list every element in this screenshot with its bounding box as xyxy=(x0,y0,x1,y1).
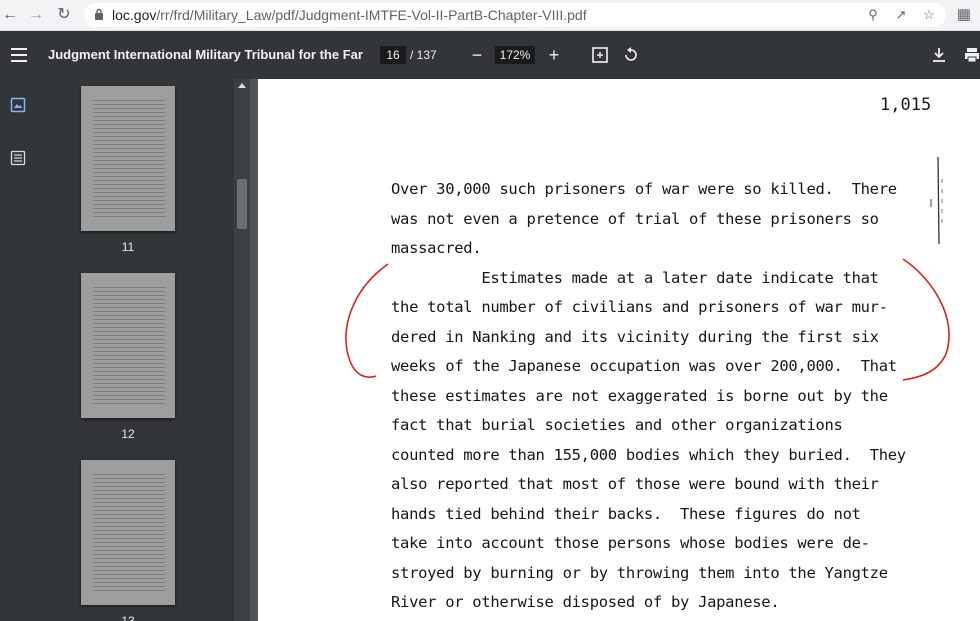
url-text[interactable]: loc.gov/rr/frd/Military_Law/pdf/Judgment… xyxy=(112,3,587,27)
reload-icon[interactable]: ↻ xyxy=(54,5,74,25)
browser-chrome: ← → ↻ loc.gov/rr/frd/Military_Law/pdf/Ju… xyxy=(0,0,980,31)
page-total: / 137 xyxy=(410,48,437,62)
red-bracket-annotation xyxy=(345,156,950,381)
address-bar[interactable]: loc.gov/rr/frd/Military_Law/pdf/Judgment… xyxy=(84,3,946,27)
zoom-icon[interactable]: ⚲ xyxy=(864,6,882,24)
zoom-in-button[interactable]: + xyxy=(544,45,564,65)
url-path: /rr/frd/Military_Law/pdf/Judgment-IMTFE-… xyxy=(156,7,587,23)
outline-view-icon[interactable] xyxy=(10,150,26,166)
scroll-up-arrow-icon[interactable] xyxy=(238,83,246,88)
fit-page-icon[interactable] xyxy=(590,45,610,65)
zoom-level-input[interactable]: 172% xyxy=(495,46,535,64)
thumbnail-view-icon[interactable] xyxy=(10,97,26,113)
back-arrow-icon[interactable]: ← xyxy=(0,5,20,25)
thumbnail-label: 13 xyxy=(121,614,135,621)
pdf-viewer[interactable]: 1,015 Over 30,000 such prisoners of war … xyxy=(250,79,980,621)
document-title: Judgment International Military Tribunal… xyxy=(48,47,364,62)
thumbnail-page[interactable] xyxy=(81,460,175,605)
menu-icon[interactable] xyxy=(11,48,27,62)
puzzle-extension-icon[interactable]: ▦ xyxy=(954,5,974,25)
zoom-out-button[interactable]: − xyxy=(467,45,487,65)
url-host: loc.gov xyxy=(112,7,157,23)
pdf-page: 1,015 Over 30,000 such prisoners of war … xyxy=(258,79,980,621)
print-icon[interactable] xyxy=(962,45,980,65)
lock-icon[interactable] xyxy=(94,8,104,20)
thumbnail-page[interactable] xyxy=(81,273,175,418)
thumbnail-page[interactable] xyxy=(81,86,175,231)
page-number-input[interactable]: 16 xyxy=(380,46,406,64)
scrollbar-thumb[interactable] xyxy=(237,179,247,229)
thumbnail-scrollbar[interactable] xyxy=(234,79,250,621)
pdf-toolbar: Judgment International Military Tribunal… xyxy=(0,31,980,79)
share-icon[interactable]: ↗ xyxy=(892,6,910,24)
thumbnail-label: 12 xyxy=(121,427,135,441)
sidebar-rail xyxy=(0,79,36,621)
download-icon[interactable] xyxy=(929,45,949,65)
star-icon[interactable]: ☆ xyxy=(920,6,938,24)
forward-arrow-icon[interactable]: → xyxy=(26,5,46,25)
rotate-icon[interactable] xyxy=(621,45,641,65)
thumbnail-panel: 11 12 13 xyxy=(36,79,234,621)
thumbnail-label: 11 xyxy=(121,240,135,254)
